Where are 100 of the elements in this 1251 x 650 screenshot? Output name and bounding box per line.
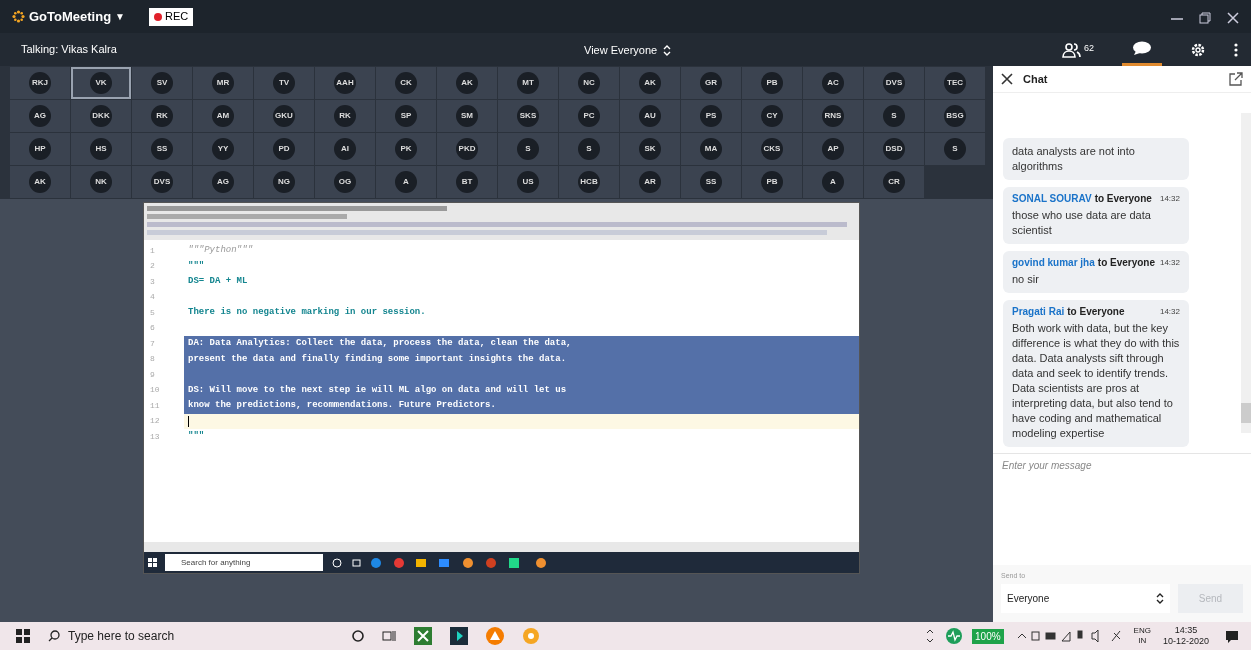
participant-tile[interactable]: CK	[376, 67, 436, 99]
participant-tile[interactable]: GKU	[254, 100, 314, 132]
participant-tile[interactable]: SM	[437, 100, 497, 132]
participant-tile[interactable]: MR	[193, 67, 253, 99]
participant-tile[interactable]: PC	[559, 100, 619, 132]
participant-tile[interactable]: AG	[193, 166, 253, 198]
participant-tile[interactable]: TV	[254, 67, 314, 99]
avatar-initials: AK	[639, 72, 661, 94]
participant-tile[interactable]: AI	[315, 133, 375, 165]
participant-tile[interactable]: MA	[681, 133, 741, 165]
participant-tile[interactable]: S	[498, 133, 558, 165]
participant-tile[interactable]: NC	[559, 67, 619, 99]
participant-tile[interactable]: CR	[864, 166, 924, 198]
participant-tile[interactable]: DVS	[864, 67, 924, 99]
spreadsheet-app-icon[interactable]	[414, 627, 432, 645]
participant-tile[interactable]: BT	[437, 166, 497, 198]
participant-tile[interactable]: HCB	[559, 166, 619, 198]
participant-tile[interactable]: RKJ	[10, 67, 70, 99]
participant-tile[interactable]: BSG	[925, 100, 985, 132]
participant-tile[interactable]: CKS	[742, 133, 802, 165]
participant-tile[interactable]: AU	[620, 100, 680, 132]
participant-tile[interactable]: S	[559, 133, 619, 165]
clock-time[interactable]: 14:35	[1174, 625, 1198, 636]
participant-tile[interactable]: SK	[620, 133, 680, 165]
participant-tile[interactable]: AR	[620, 166, 680, 198]
participant-tile[interactable]: AC	[803, 67, 863, 99]
avatar-initials: SS	[151, 138, 173, 160]
participant-tile[interactable]: DSD	[864, 133, 924, 165]
search-field[interactable]: Type here to search	[48, 627, 318, 645]
message-time: 14:32	[1159, 193, 1180, 205]
participant-tile[interactable]: RNS	[803, 100, 863, 132]
code-line: """Python"""	[188, 244, 253, 257]
avatar-initials: HS	[90, 138, 112, 160]
participant-tile[interactable]: RK	[315, 100, 375, 132]
avatar-initials: A	[395, 171, 417, 193]
participant-tile[interactable]: GR	[681, 67, 741, 99]
participant-tile[interactable]: HS	[71, 133, 131, 165]
windows-icon[interactable]	[16, 629, 30, 643]
chevron-icon[interactable]	[926, 627, 935, 645]
people-icon[interactable]	[1062, 41, 1082, 58]
participant-tile[interactable]: SS	[132, 133, 192, 165]
more-icon[interactable]	[1234, 42, 1238, 57]
participant-tile[interactable]: AAH	[315, 67, 375, 99]
notification-icon[interactable]	[1225, 629, 1239, 643]
participant-tile[interactable]: A	[376, 166, 436, 198]
participant-tile[interactable]: MT	[498, 67, 558, 99]
participant-tile[interactable]: VK	[71, 67, 131, 99]
participant-tile[interactable]: SV	[132, 67, 192, 99]
arrow-app-icon[interactable]	[450, 627, 468, 645]
participant-tile[interactable]: AK	[620, 67, 680, 99]
participant-tile[interactable]: AK	[10, 166, 70, 198]
view-selector[interactable]: View Everyone	[584, 42, 672, 59]
restore-icon[interactable]	[1199, 12, 1211, 24]
avatar-initials: AI	[334, 138, 356, 160]
participant-tile[interactable]: PD	[254, 133, 314, 165]
participant-tile[interactable]: AG	[10, 100, 70, 132]
multitask-icon[interactable]	[382, 630, 396, 642]
heartbeat-icon[interactable]	[946, 628, 963, 644]
participant-tile[interactable]: S	[864, 100, 924, 132]
participant-tile[interactable]: SP	[376, 100, 436, 132]
participant-tile[interactable]: NK	[71, 166, 131, 198]
participant-tile[interactable]: S	[925, 133, 985, 165]
participant-tile[interactable]: DKK	[71, 100, 131, 132]
settings-icon[interactable]	[1190, 41, 1206, 58]
participant-tile[interactable]: CY	[742, 100, 802, 132]
participant-tile[interactable]: PB	[742, 67, 802, 99]
chat-icon[interactable]	[1132, 41, 1152, 55]
search-field[interactable]: Search for anything	[165, 554, 323, 571]
windows-icon[interactable]	[148, 558, 157, 567]
participant-tile[interactable]: DVS	[132, 166, 192, 198]
participant-tile[interactable]: SS	[681, 166, 741, 198]
language-label[interactable]: ENG	[1133, 626, 1151, 636]
participant-tile[interactable]: AK	[437, 67, 497, 99]
participant-tile[interactable]: A	[803, 166, 863, 198]
participant-tile[interactable]: YY	[193, 133, 253, 165]
participant-tile[interactable]: HP	[10, 133, 70, 165]
recipient-dropdown[interactable]: Everyone	[1001, 583, 1170, 613]
participant-tile[interactable]: PKD	[437, 133, 497, 165]
sort-arrows-icon	[663, 44, 672, 57]
warning-app-icon[interactable]	[486, 627, 504, 645]
task-view-icon[interactable]	[352, 630, 364, 642]
participant-tile[interactable]: NG	[254, 166, 314, 198]
avatar-initials: AP	[822, 138, 844, 160]
participant-tile[interactable]: TEC	[925, 67, 985, 99]
participant-tile[interactable]: AP	[803, 133, 863, 165]
clock-date[interactable]: 10-12-2020	[1162, 636, 1209, 647]
participant-tile[interactable]: US	[498, 166, 558, 198]
record-button[interactable]: REC	[149, 7, 194, 26]
participant-tile[interactable]: SKS	[498, 100, 558, 132]
participant-tile[interactable]: PK	[376, 133, 436, 165]
region-label[interactable]: IN	[1138, 636, 1147, 646]
avatar-initials: NC	[578, 72, 600, 94]
participant-tile[interactable]: PB	[742, 166, 802, 198]
pop-out-icon[interactable]	[1229, 72, 1243, 86]
participant-tile[interactable]: OG	[315, 166, 375, 198]
menu-caret[interactable]: ▼	[115, 9, 125, 24]
participant-tile[interactable]: PS	[681, 100, 741, 132]
participant-tile[interactable]: AM	[193, 100, 253, 132]
participant-tile[interactable]: RK	[132, 100, 192, 132]
close-icon[interactable]	[1001, 73, 1013, 85]
